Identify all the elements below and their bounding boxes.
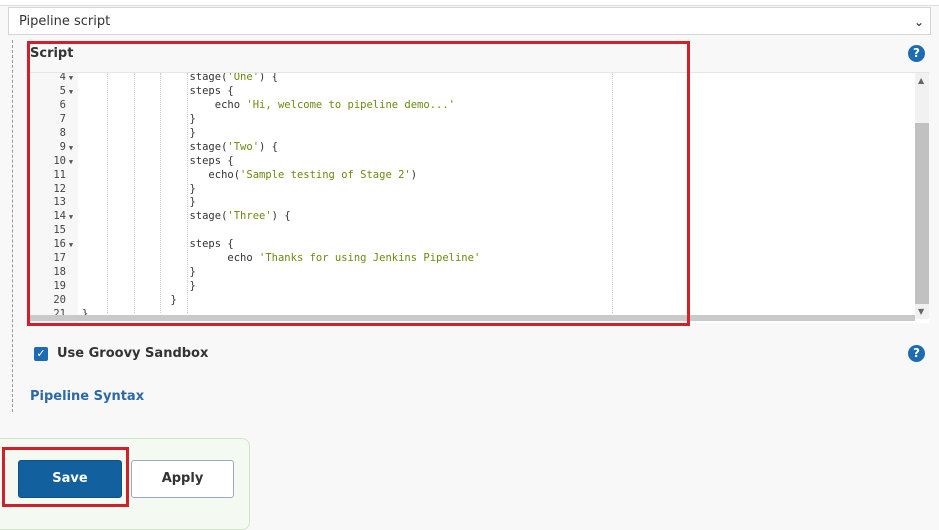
scroll-up-icon[interactable]: ▲	[918, 76, 924, 85]
highlight-box-script	[27, 41, 690, 326]
pipeline-syntax-link[interactable]: Pipeline Syntax	[30, 389, 144, 404]
scroll-down-icon[interactable]: ▼	[918, 307, 924, 316]
sandbox-checkbox[interactable]: ✓	[34, 347, 48, 361]
apply-button[interactable]: Apply	[131, 460, 234, 498]
top-strip	[0, 0, 939, 6]
section-divider	[12, 40, 13, 412]
definition-select-value: Pipeline script	[19, 14, 111, 29]
sandbox-label: Use Groovy Sandbox	[57, 346, 209, 361]
definition-select[interactable]: Pipeline script ⌄	[8, 7, 931, 35]
help-icon[interactable]: ?	[908, 45, 925, 62]
scrollbar-thumb[interactable]	[915, 123, 929, 304]
help-icon[interactable]: ?	[908, 345, 925, 362]
highlight-box-save	[2, 447, 129, 507]
chevron-down-icon: ⌄	[913, 15, 924, 29]
vertical-scrollbar[interactable]: ▲ ▼	[915, 73, 929, 319]
